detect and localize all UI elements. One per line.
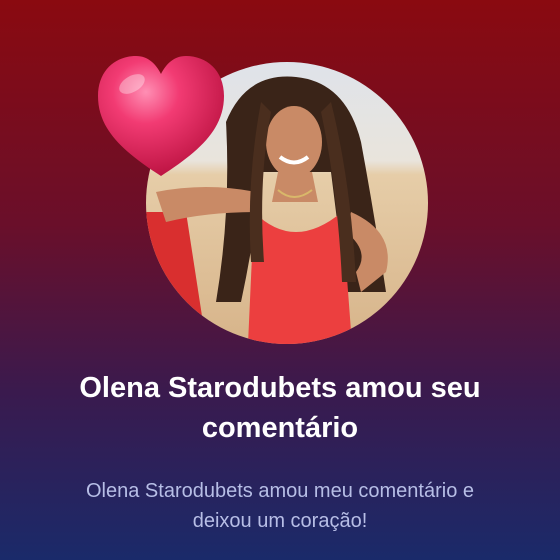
heart-icon (94, 52, 228, 180)
notification-message: Olena Starodubets amou meu comentário e … (86, 480, 474, 532)
notification-title: Olena Starodubets amou seu comentário (79, 372, 481, 444)
love-notification-card: Olena Starodubets amou seu comentário Ol… (0, 0, 560, 560)
